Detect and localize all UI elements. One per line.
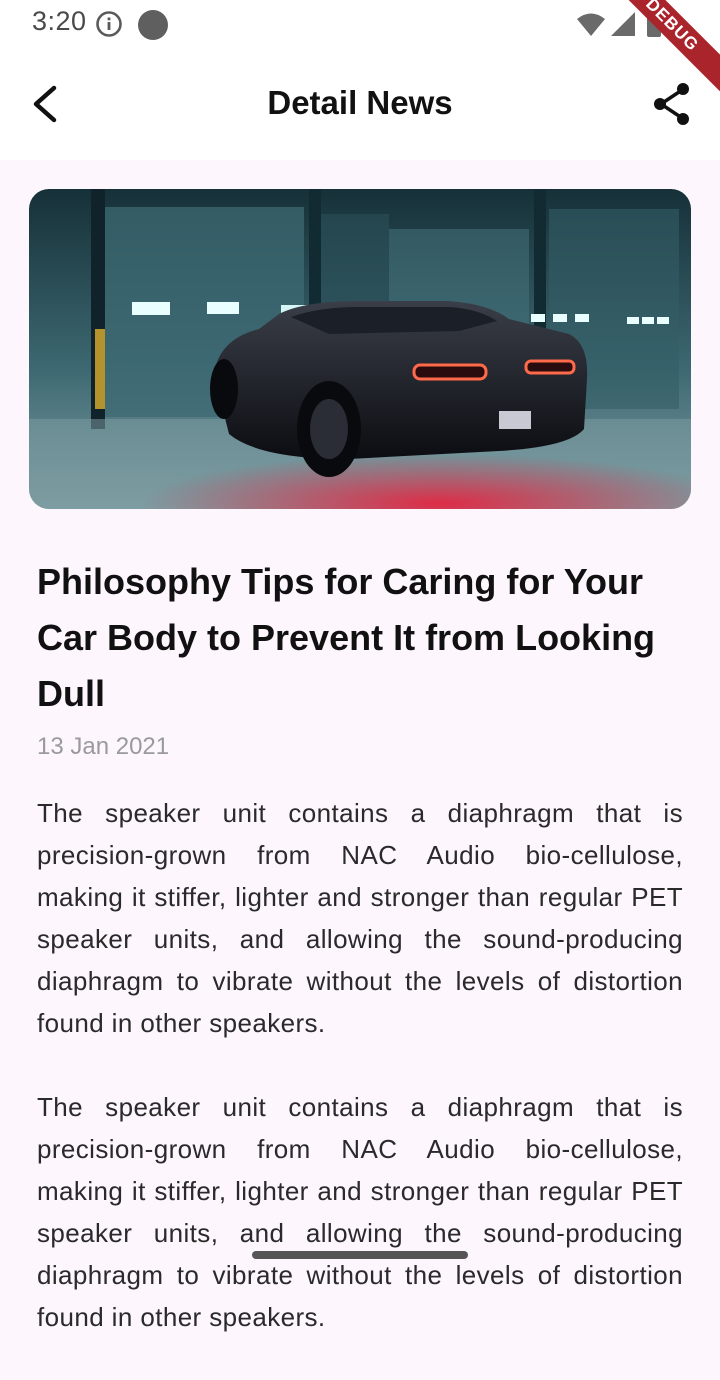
article-paragraph: The speaker unit contains a diaphragm th… (37, 1092, 683, 1332)
info-icon (96, 11, 122, 37)
notification-dot-icon (138, 10, 168, 40)
share-icon (654, 83, 689, 125)
page-title: Detail News (267, 84, 453, 121)
article-body: The speaker unit contains a diaphragm th… (37, 792, 683, 1380)
wifi-icon (577, 13, 605, 36)
home-indicator[interactable] (252, 1251, 468, 1259)
article-title: Philosophy Tips for Caring for Your Car … (37, 561, 656, 714)
article-hero-image (29, 189, 691, 509)
article-paragraph: The speaker unit contains a diaphragm th… (37, 798, 683, 1038)
app-bar: Detail News (0, 50, 720, 160)
status-time: 3:20 (32, 6, 87, 36)
share-button[interactable] (648, 80, 696, 128)
article-date: 13 Jan 2021 (37, 733, 170, 760)
status-bar: 3:20 (0, 0, 720, 50)
signal-icon (611, 12, 635, 36)
